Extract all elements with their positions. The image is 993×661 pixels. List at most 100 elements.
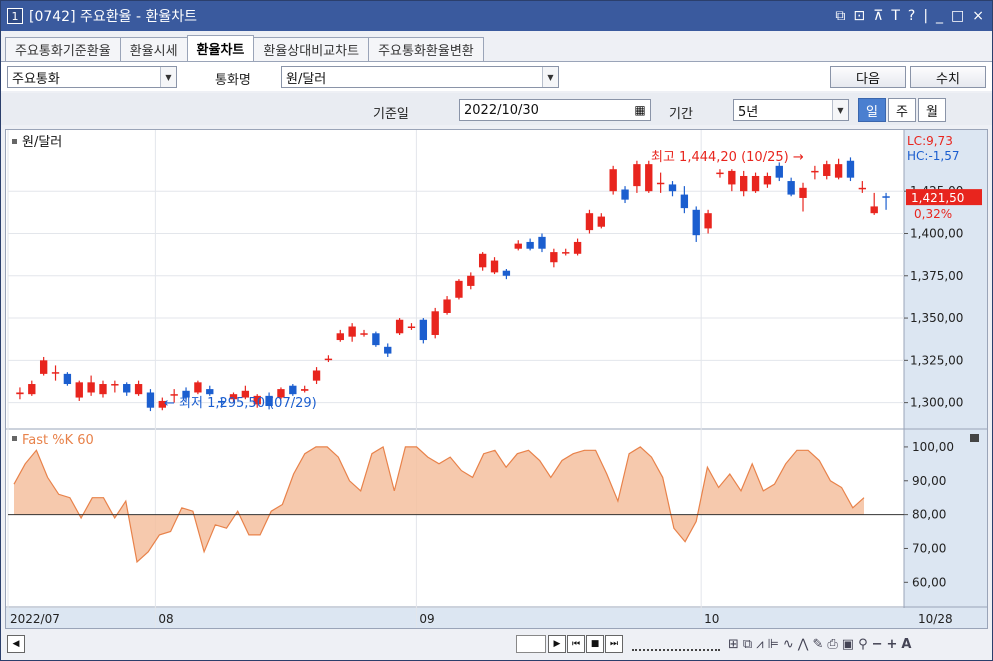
scroll-thumb[interactable] xyxy=(516,635,546,653)
candle-body xyxy=(633,164,641,187)
x-tick-label: 10/28 xyxy=(918,612,953,626)
candle-body xyxy=(146,392,155,408)
refresh-button[interactable]: 수치 xyxy=(910,66,986,88)
window-control-5[interactable]: | xyxy=(923,8,928,24)
candle-body xyxy=(621,189,629,200)
stoch-tick-label: 90,00 xyxy=(912,474,946,488)
stoch-title: Fast %K 60 xyxy=(22,433,94,448)
panel-menu-icon xyxy=(970,434,979,442)
x-tick-label: 10 xyxy=(704,612,719,626)
tab-1[interactable]: 환율시세 xyxy=(119,37,188,61)
draw-icon[interactable]: ✎ xyxy=(812,637,823,652)
candle-body xyxy=(562,252,570,254)
layout-icon[interactable]: ⊞ xyxy=(728,637,739,652)
candle-body xyxy=(478,253,487,268)
current-price: 1,421,50 xyxy=(911,191,964,205)
candle-body xyxy=(775,165,783,178)
candle-body xyxy=(823,164,831,176)
window-control-4[interactable]: ? xyxy=(908,8,915,24)
candle-body xyxy=(858,187,867,190)
series-marker-icon xyxy=(12,139,17,144)
window-control-3[interactable]: T xyxy=(891,8,900,24)
candle-body xyxy=(882,196,890,198)
currency-name-value: 원/달러 xyxy=(286,71,327,87)
window-control-7[interactable]: □ xyxy=(951,8,964,24)
candle-body xyxy=(372,333,380,346)
nav-button-1[interactable]: ⏮ xyxy=(567,635,585,653)
window-control-0[interactable]: ⧉ xyxy=(835,8,845,24)
candle-body xyxy=(336,333,344,341)
interval-button-1[interactable]: 주 xyxy=(888,98,916,122)
candle-body xyxy=(348,326,356,337)
search-icon[interactable]: ⚲ xyxy=(858,637,868,652)
candle-body xyxy=(301,389,309,391)
candle-body xyxy=(490,260,499,273)
candle-body xyxy=(123,384,131,393)
window: 1 [0742] 주요환율 - 환율차트 ⧉ ⊡ ⊼ T? | _ □ × 주요통화기준환율 환… xyxy=(0,0,993,661)
print-icon[interactable]: ⎙ xyxy=(827,637,837,652)
nav-button-3[interactable]: ⏭ xyxy=(605,635,623,653)
candle-body xyxy=(194,382,202,393)
text-size-icon[interactable]: A xyxy=(901,637,911,652)
candle-body xyxy=(312,370,321,381)
next-button[interactable]: 다음 xyxy=(830,66,906,88)
currency-name-label: 통화명 xyxy=(215,73,251,88)
candle-body xyxy=(514,243,522,249)
candle-body xyxy=(51,372,60,374)
window-control-2[interactable]: ⊼ xyxy=(873,8,883,24)
candle-body xyxy=(324,358,333,361)
interval-button-2[interactable]: 월 xyxy=(918,98,946,122)
candle-body xyxy=(740,175,748,192)
nav-button-2[interactable]: ■ xyxy=(586,635,604,653)
minus-icon[interactable]: − xyxy=(872,637,883,652)
stoch-tick-label: 70,00 xyxy=(912,541,946,555)
x-tick-label: 08 xyxy=(158,612,173,626)
y-tick-label: 1,375,00 xyxy=(910,269,963,283)
candle-body xyxy=(609,169,617,192)
candle-body xyxy=(728,170,736,185)
calendar-icon[interactable]: ▦ xyxy=(630,103,650,117)
window-control-8[interactable]: × xyxy=(972,8,984,24)
tab-0[interactable]: 주요통화기준환율 xyxy=(5,37,121,61)
tab-2[interactable]: 환율차트 xyxy=(186,35,255,61)
candle-body xyxy=(538,236,546,249)
zoom-slider[interactable] xyxy=(632,637,720,651)
main-chart-title: 원/달러 xyxy=(22,135,62,150)
tab-3[interactable]: 환율상대비교차트 xyxy=(253,37,370,61)
window-control-1[interactable]: ⊡ xyxy=(853,8,865,24)
lc-label: LC:9,73 xyxy=(907,134,953,148)
line-icon[interactable]: ⋀ xyxy=(798,637,809,652)
window-control-6[interactable]: _ xyxy=(936,8,943,24)
playback-buttons: ▶ ⏮ ■ ⏭ xyxy=(548,635,624,653)
fib-icon[interactable]: ⊫ xyxy=(768,637,779,652)
plus-icon[interactable]: + xyxy=(887,637,898,652)
period-select[interactable]: 5년 ▼ xyxy=(733,99,849,121)
interval-button-0[interactable]: 일 xyxy=(858,98,886,122)
candle-body xyxy=(585,213,594,231)
currency-name-select[interactable]: 원/달러 ▼ xyxy=(281,66,559,88)
wave-icon[interactable]: ∿ xyxy=(783,637,794,652)
candle-body xyxy=(597,216,605,227)
window-icon[interactable]: ⧉ xyxy=(743,637,752,652)
scroll-left-button[interactable]: ◀ xyxy=(7,635,25,653)
candle-body xyxy=(680,194,689,209)
base-date-input[interactable]: 2022/10/30 ▦ xyxy=(459,99,651,121)
horizontal-scrollbar[interactable] xyxy=(26,635,516,653)
candle-body xyxy=(206,389,214,395)
candle-body xyxy=(419,319,428,341)
stoch-tick-label: 80,00 xyxy=(912,508,946,522)
candle-body xyxy=(289,385,297,395)
low-annotation: ← 최저 1,295,50 (07/29) xyxy=(164,396,317,411)
trend-icon[interactable]: ⩘ xyxy=(756,637,763,652)
currency-group-select[interactable]: 주요통화 ▼ xyxy=(7,66,177,88)
base-date-label: 기준일 xyxy=(373,107,409,122)
currency-group-value: 주요통화 xyxy=(12,71,60,87)
nav-button-0[interactable]: ▶ xyxy=(548,635,566,653)
candle-body xyxy=(384,346,392,354)
chart-icon[interactable]: ▣ xyxy=(842,637,854,652)
candlestick-chart[interactable]: 1,300,00 1,325,00 1,350,00 1,375,00 1,400,00… xyxy=(6,130,987,628)
candle-body xyxy=(668,184,677,192)
tab-4[interactable]: 주요통화환율변환 xyxy=(368,37,484,61)
window-controls: ⧉ ⊡ ⊼ T? | _ □ × xyxy=(835,8,984,24)
chart-area[interactable]: 1,300,00 1,325,00 1,350,00 1,375,00 1,400,00… xyxy=(5,129,988,629)
